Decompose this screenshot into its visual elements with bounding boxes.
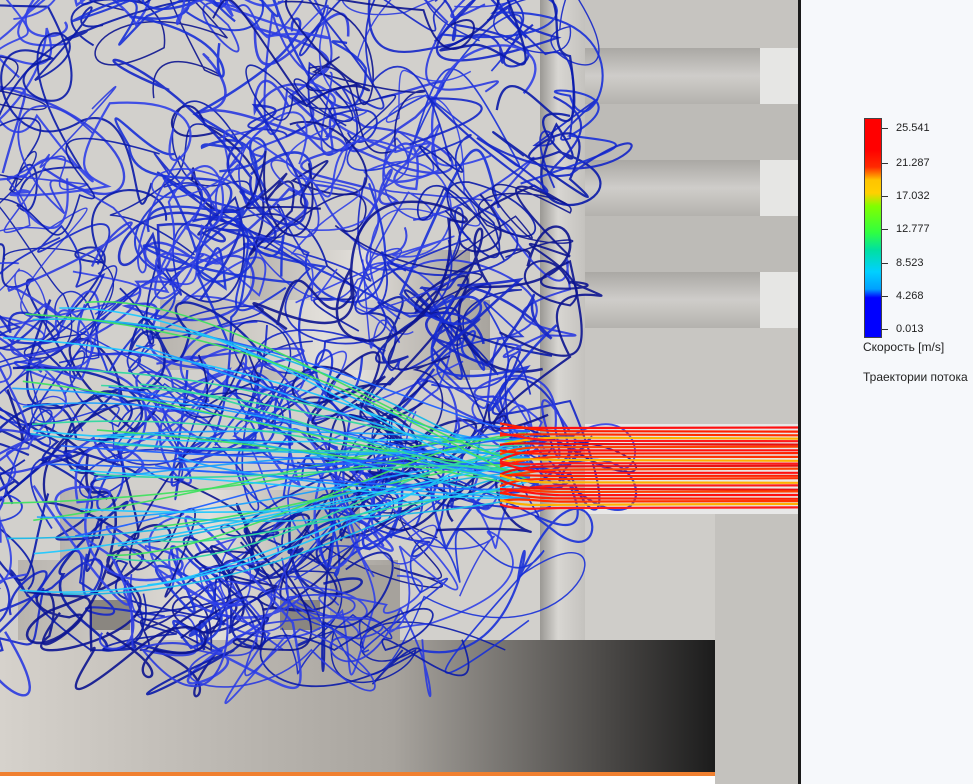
simulation-viewport[interactable]: 25.541 21.287 17.032 12.777 8.523 4.268 … [0, 0, 973, 784]
legend-tick [882, 163, 888, 164]
legend-title: Траектории потока [863, 370, 968, 384]
floor-edge-highlight [0, 772, 715, 776]
legend-tick [882, 296, 888, 297]
legend-tick [882, 263, 888, 264]
legend-tick-label-max: 25.541 [896, 122, 930, 134]
legend-tick-label-min: 0.013 [896, 323, 924, 335]
legend-tick-label: 8.523 [896, 257, 924, 269]
color-scale-bar [864, 118, 882, 338]
wall-column [540, 0, 585, 650]
flow-trajectory [499, 426, 799, 430]
velocity-legend: 25.541 21.287 17.032 12.777 8.523 4.268 … [862, 116, 973, 396]
legend-unit-label: Скорость [m/s] [863, 340, 945, 354]
legend-tick-label: 21.287 [896, 157, 930, 169]
flow-trajectory [499, 474, 799, 478]
legend-tick [882, 128, 888, 129]
legend-tick-label: 4.268 [896, 290, 924, 302]
legend-tick-label: 12.777 [896, 223, 930, 235]
legend-tick [882, 229, 888, 230]
flow-trajectory-scene[interactable] [0, 0, 973, 784]
flow-trajectory [499, 442, 799, 446]
legend-tick [882, 329, 888, 330]
viewport-frame-line [798, 0, 801, 784]
flow-trajectory [499, 433, 799, 437]
legend-tick [882, 196, 888, 197]
legend-tick-label: 17.032 [896, 190, 930, 202]
